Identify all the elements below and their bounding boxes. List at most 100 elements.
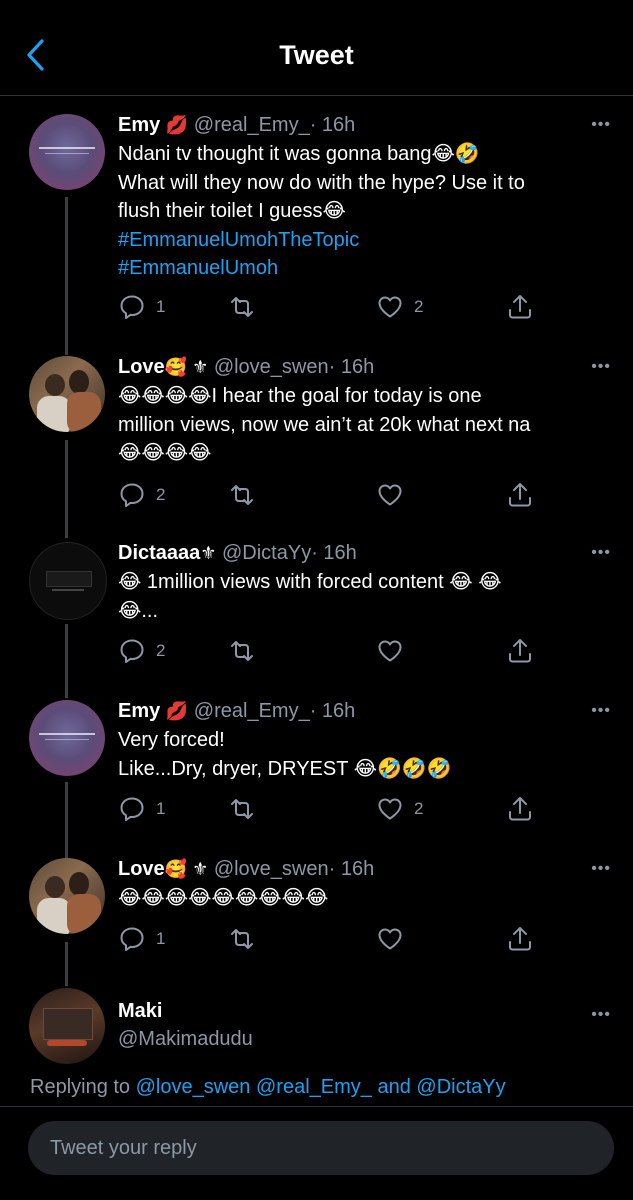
handle[interactable]: @Makimadudu xyxy=(118,1028,253,1050)
like-count: 2 xyxy=(414,799,424,818)
like-count: 2 xyxy=(414,297,424,316)
reply-author-handle-row: @Makimadudu xyxy=(118,1026,253,1052)
like-button[interactable]: 2 xyxy=(376,292,423,322)
more-icon[interactable]: ••• xyxy=(591,702,611,720)
like-button[interactable]: 2 xyxy=(376,794,423,824)
tweet-line: million views, now we ain’t at 20k what … xyxy=(118,413,531,436)
reply-button[interactable]: 2 xyxy=(118,636,165,666)
avatar[interactable] xyxy=(29,542,107,620)
share-button[interactable] xyxy=(506,480,534,510)
display-name[interactable]: Emy xyxy=(118,700,160,722)
reply-icon xyxy=(120,927,144,951)
hashtag-link[interactable]: #EmmanuelUmoh xyxy=(118,254,613,283)
handle[interactable]: @real_Emy_ xyxy=(194,114,310,136)
reply-icon xyxy=(120,639,144,663)
reply-count: 2 xyxy=(156,485,166,504)
more-icon[interactable]: ••• xyxy=(591,358,611,376)
tweet-line: 😂 1million views with forced content 😂 😂 xyxy=(118,571,502,593)
name-emoji: 🥰 ⚜ xyxy=(164,859,209,879)
replying-to-label: Replying to xyxy=(30,1076,131,1098)
handle[interactable]: @DictaYy xyxy=(222,542,311,564)
tweet-actions: 1 2 xyxy=(118,292,538,322)
like-button[interactable] xyxy=(376,636,404,666)
display-name[interactable]: Maki xyxy=(118,1000,162,1022)
handle[interactable]: @real_Emy_ xyxy=(194,700,310,722)
tweet-actions: 2 xyxy=(118,636,538,666)
more-icon[interactable]: ••• xyxy=(591,116,611,134)
avatar[interactable] xyxy=(29,858,105,934)
display-name[interactable]: Emy xyxy=(118,114,160,136)
avatar[interactable] xyxy=(29,114,105,190)
tweet[interactable]: Love🥰 ⚜ @love_swen· 16h ••• 😂😂😂😂I hear t… xyxy=(0,354,633,514)
retweet-icon xyxy=(231,929,253,949)
tweet-actions: 1 2 xyxy=(118,794,538,824)
reply-author-header: Maki xyxy=(118,998,162,1024)
heart-icon xyxy=(378,928,402,950)
display-name[interactable]: Love xyxy=(118,356,165,378)
name-emoji: 💋 xyxy=(165,701,189,721)
tweet[interactable]: Love🥰 ⚜ @love_swen· 16h ••• 😂😂😂😂😂😂😂😂😂 1 xyxy=(0,856,633,966)
hashtag-link[interactable]: #EmmanuelUmohTheTopic xyxy=(118,226,613,255)
retweet-button[interactable] xyxy=(228,480,256,510)
tweet-line: 😂😂😂😂 xyxy=(118,442,212,464)
tweet-header: Emy 💋 @real_Emy_· 16h xyxy=(118,112,355,138)
like-button[interactable] xyxy=(376,480,404,510)
display-name[interactable]: Love xyxy=(118,858,165,880)
more-icon[interactable]: ••• xyxy=(591,860,611,878)
tweet-line: Very forced! xyxy=(118,729,225,751)
retweet-button[interactable] xyxy=(228,636,256,666)
tweet-text: 😂😂😂😂😂😂😂😂😂 xyxy=(118,884,613,913)
mention-link[interactable]: @DictaYy xyxy=(416,1076,505,1098)
tweet-line: 😂😂😂😂😂😂😂😂😂 xyxy=(118,887,329,909)
heart-icon xyxy=(378,798,402,820)
reply-icon xyxy=(120,797,144,821)
share-button[interactable] xyxy=(506,636,534,666)
name-emoji: 💋 xyxy=(165,115,189,135)
reply-button[interactable]: 1 xyxy=(118,292,165,322)
handle[interactable]: @love_swen xyxy=(214,356,329,378)
avatar[interactable] xyxy=(29,700,105,776)
handle[interactable]: @love_swen xyxy=(214,858,329,880)
retweet-icon xyxy=(231,485,253,505)
tweet-text: 😂😂😂😂I hear the goal for today is one mil… xyxy=(118,382,613,468)
timestamp: · 16h xyxy=(309,700,356,722)
share-icon xyxy=(509,797,531,821)
retweet-icon xyxy=(231,641,253,661)
tweet-actions: 2 xyxy=(118,480,538,510)
like-button[interactable] xyxy=(376,924,404,954)
reply-author: Maki ••• @Makimadudu xyxy=(0,986,633,1066)
share-button[interactable] xyxy=(506,924,534,954)
retweet-button[interactable] xyxy=(228,924,256,954)
replying-conjunction: and xyxy=(377,1076,411,1098)
divider xyxy=(0,1106,633,1107)
reply-button[interactable]: 1 xyxy=(118,924,165,954)
reply-button[interactable]: 2 xyxy=(118,480,165,510)
reply-icon xyxy=(120,483,144,507)
share-button[interactable] xyxy=(506,794,534,824)
tweet-line: 😂😂😂😂I hear the goal for today is one xyxy=(118,385,482,407)
share-icon xyxy=(509,483,531,507)
tweet[interactable]: Emy 💋 @real_Emy_· 16h ••• Ndani tv thoug… xyxy=(0,112,633,332)
tweet-text: Very forced! Like...Dry, dryer, DRYEST 😂… xyxy=(118,726,613,783)
mention-link[interactable]: @real_Emy_ xyxy=(256,1076,372,1098)
heart-icon xyxy=(378,640,402,662)
reply-button[interactable]: 1 xyxy=(118,794,165,824)
tweet[interactable]: Emy 💋 @real_Emy_· 16h ••• Very forced! L… xyxy=(0,698,633,838)
retweet-icon xyxy=(231,297,253,317)
avatar[interactable] xyxy=(29,356,105,432)
reply-count: 1 xyxy=(156,799,166,818)
more-icon[interactable]: ••• xyxy=(591,544,611,562)
share-button[interactable] xyxy=(506,292,534,322)
tweet[interactable]: Dictaaaa⚜ @DictaYy· 16h ••• 😂 1million v… xyxy=(0,540,633,680)
more-icon[interactable]: ••• xyxy=(591,1006,611,1024)
reply-input[interactable] xyxy=(28,1121,614,1175)
mention-link[interactable]: @love_swen xyxy=(136,1076,251,1098)
retweet-button[interactable] xyxy=(228,794,256,824)
share-icon xyxy=(509,295,531,319)
display-name[interactable]: Dictaaaa xyxy=(118,542,200,564)
tweet-actions: 1 xyxy=(118,924,538,954)
tweet-header: Love🥰 ⚜ @love_swen· 16h xyxy=(118,354,374,380)
avatar[interactable] xyxy=(29,988,105,1064)
heart-icon xyxy=(378,296,402,318)
retweet-button[interactable] xyxy=(228,292,256,322)
